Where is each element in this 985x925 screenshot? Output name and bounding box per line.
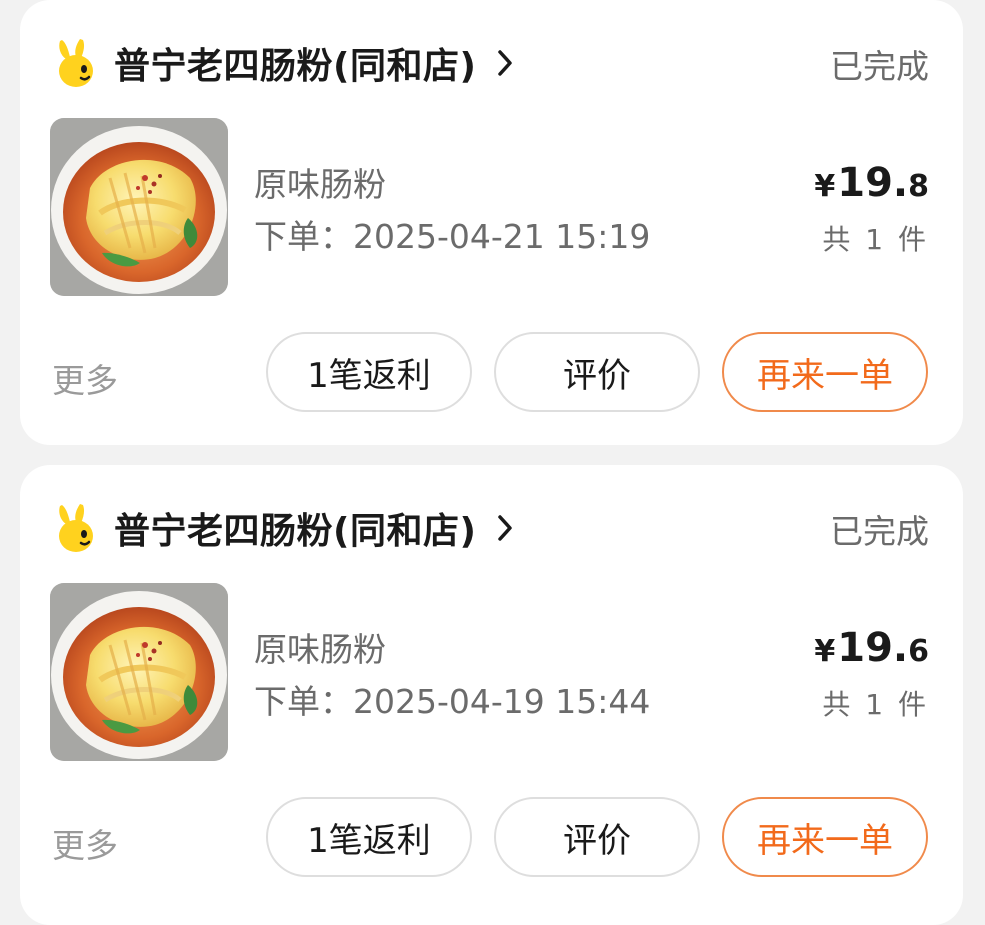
order-card[interactable]: 普宁老四肠粉(同和店) 已完成 原味肠粉 下单：2025-04-21 15:19… xyxy=(20,0,963,445)
item-name: 原味肠粉 xyxy=(254,165,386,204)
currency-symbol: ¥ xyxy=(814,169,836,204)
price-integer: 19. xyxy=(837,160,909,206)
bunny-logo-icon xyxy=(59,504,93,552)
bunny-logo-icon xyxy=(59,39,93,87)
order-card[interactable]: 普宁老四肠粉(同和店) 已完成 原味肠粉 下单：2025-04-19 15:44… xyxy=(20,465,963,925)
chevron-right-icon[interactable] xyxy=(496,514,514,542)
reorder-button[interactable]: 再来一单 xyxy=(722,797,928,877)
order-status: 已完成 xyxy=(830,512,929,551)
price-decimal: 8 xyxy=(908,169,929,204)
price-integer: 19. xyxy=(837,625,909,671)
review-button[interactable]: 评价 xyxy=(494,797,700,877)
reorder-button[interactable]: 再来一单 xyxy=(722,332,928,412)
order-time: 下单：2025-04-19 15:44 xyxy=(254,675,650,723)
food-thumbnail[interactable] xyxy=(50,118,228,296)
order-time-label: 下单： xyxy=(254,217,353,256)
shop-name[interactable]: 普宁老四肠粉(同和店) xyxy=(114,502,476,554)
order-time-label: 下单： xyxy=(254,682,353,721)
item-name: 原味肠粉 xyxy=(254,630,386,669)
review-button[interactable]: 评价 xyxy=(494,332,700,412)
order-price: ¥19. 8 xyxy=(814,160,929,206)
order-time: 下单：2025-04-21 15:19 xyxy=(254,210,650,258)
order-status: 已完成 xyxy=(830,47,929,86)
rebate-button[interactable]: 1笔返利 xyxy=(266,332,472,412)
order-time-value: 2025-04-21 15:19 xyxy=(353,217,651,256)
order-time-value: 2025-04-19 15:44 xyxy=(353,682,651,721)
chevron-right-icon[interactable] xyxy=(496,49,514,77)
food-thumbnail[interactable] xyxy=(50,583,228,761)
more-button[interactable]: 更多 xyxy=(52,354,118,402)
shop-header[interactable]: 普宁老四肠粉(同和店) xyxy=(54,501,514,555)
rebate-button[interactable]: 1笔返利 xyxy=(266,797,472,877)
price-decimal: 6 xyxy=(908,634,929,669)
order-price: ¥19. 6 xyxy=(814,625,929,671)
currency-symbol: ¥ xyxy=(814,634,836,669)
shop-name[interactable]: 普宁老四肠粉(同和店) xyxy=(114,37,476,89)
shop-header[interactable]: 普宁老四肠粉(同和店) xyxy=(54,36,514,90)
item-quantity: 共 1 件 xyxy=(822,688,929,721)
item-quantity: 共 1 件 xyxy=(822,223,929,256)
more-button[interactable]: 更多 xyxy=(52,819,118,867)
